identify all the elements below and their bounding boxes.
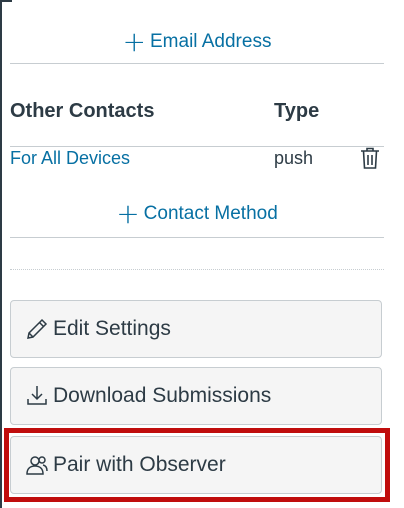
contact-row: For All Devices push bbox=[10, 146, 384, 184]
divider bbox=[10, 237, 384, 238]
contact-name-link[interactable]: For All Devices bbox=[10, 148, 130, 169]
other-contacts-header: Other Contacts bbox=[10, 100, 155, 122]
edit-settings-button[interactable]: Edit Settings bbox=[10, 300, 382, 358]
type-header: Type bbox=[274, 100, 320, 122]
download-submissions-label: Download Submissions bbox=[53, 384, 272, 407]
contact-type: push bbox=[274, 148, 314, 168]
divider bbox=[10, 63, 384, 64]
download-icon bbox=[25, 384, 49, 408]
plus-icon: + bbox=[122, 25, 146, 58]
add-email-label: Email Address bbox=[150, 31, 272, 52]
pair-with-observer-button[interactable]: Pair with Observer bbox=[10, 436, 382, 494]
divider bbox=[10, 146, 384, 147]
dotted-divider bbox=[10, 269, 384, 270]
frame-edge-left bbox=[0, 0, 2, 508]
add-contact-method-link[interactable]: + Contact Method bbox=[10, 195, 384, 233]
frame-edge-top bbox=[0, 0, 12, 2]
pencil-icon bbox=[25, 317, 49, 341]
edit-settings-label: Edit Settings bbox=[53, 317, 171, 340]
trash-icon[interactable] bbox=[359, 146, 381, 170]
add-contact-label: Contact Method bbox=[143, 203, 278, 224]
plus-icon: + bbox=[116, 197, 140, 230]
download-submissions-button[interactable]: Download Submissions bbox=[10, 367, 382, 425]
pair-with-observer-label: Pair with Observer bbox=[53, 453, 226, 476]
add-email-address-link[interactable]: + Email Address bbox=[10, 24, 384, 60]
observer-icon bbox=[25, 453, 49, 477]
